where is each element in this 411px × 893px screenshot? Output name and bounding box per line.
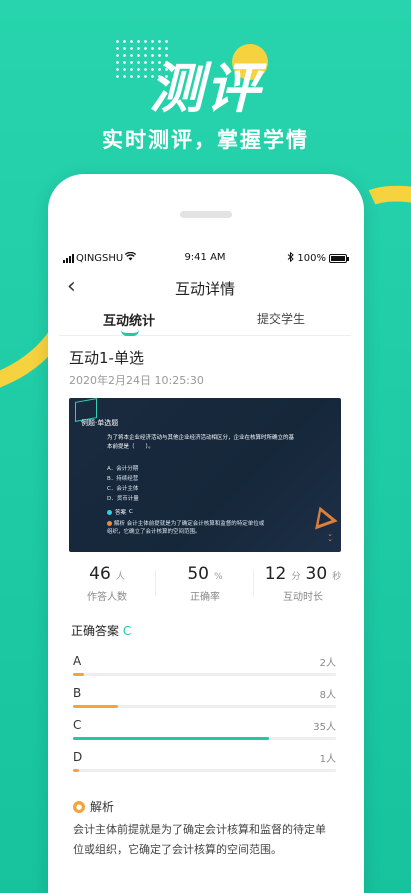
slide-option-d: D．货币计量 (107, 496, 139, 502)
option-bar-fill (73, 769, 79, 772)
option-bar-track (73, 769, 336, 772)
option-bar-fill (73, 737, 269, 740)
slide-tag: 例题·单选题 (81, 419, 119, 427)
stat-respondents: 46 人 作答人数 (87, 564, 127, 603)
explanation-dot-icon (107, 521, 112, 526)
hero-title: 测评 (149, 57, 262, 120)
battery-icon (329, 254, 349, 263)
option-row-c: C 35人 (73, 718, 336, 748)
divider (155, 570, 156, 596)
option-bar-track (73, 705, 336, 708)
option-row-b: B 8人 (73, 686, 336, 716)
page-title: 互动详情 (174, 280, 235, 298)
chevrons-decor-icon: ⌄ ⌄ (327, 530, 333, 543)
slide-answer: 答案 C (107, 508, 133, 516)
slide-question: 为了将本企业经济活动与其他企业经济活动相区分，企业在核算时所确立的基本前提是（ … (107, 435, 295, 450)
stats-row: 46 人 作答人数 50 % 正确率 12 分 30 秒 互动时长 (59, 564, 351, 604)
correct-answer: 正确答案 C (71, 624, 132, 638)
correct-answer-value: C (122, 624, 132, 638)
stat-accuracy: 50 % 正确率 (187, 564, 223, 603)
option-bar-fill (73, 673, 84, 676)
analysis-text: 会计主体前提就是为了确定会计核算和监督的待定单位或组织，它确定了会计核算的空间范… (73, 823, 326, 856)
status-bar: QINGSHU 9:41 AM 100% (59, 251, 351, 268)
slide-explanation: 解析 会计主体前提就是为了确定会计核算和监督的特定单位或组织，它确立了会计核算的… (107, 521, 265, 535)
question-timestamp: 2020年2月24日 10:25:30 (69, 374, 204, 387)
option-row-d: D 1人 (73, 750, 336, 780)
app-screen: QINGSHU 9:41 AM 100% ‹ 互动详情 互动统计 提交学生 互动… (59, 244, 351, 893)
stat-duration: 12 分 30 秒 互动时长 (264, 564, 342, 603)
question-title: 互动1-单选 (69, 349, 144, 367)
divider (253, 570, 254, 596)
slide-option-c: C．会计主体 (107, 486, 139, 492)
analysis-bulb-icon: ● (73, 800, 85, 813)
analysis-header: ● 解析 (73, 798, 114, 815)
slide-option-b: B．持续经营 (107, 476, 139, 482)
tab-statistics[interactable]: 互动统计 (103, 310, 155, 329)
tab-bar: 互动统计 提交学生 (59, 306, 351, 336)
option-bar-fill (73, 705, 118, 708)
tab-indicator (121, 330, 139, 336)
nav-bar: ‹ 互动详情 (59, 274, 351, 302)
option-bar-track (73, 737, 336, 740)
answer-dot-icon (107, 509, 112, 515)
option-bar-track (73, 673, 336, 676)
hero-subtitle: 实时测评，掌握学情 (102, 128, 309, 152)
question-slide-image[interactable]: 例题·单选题 为了将本企业经济活动与其他企业经济活动相区分，企业在核算时所确立的… (69, 398, 341, 552)
battery-percent: 100% (297, 253, 326, 264)
tab-submitted-students[interactable]: 提交学生 (257, 310, 305, 327)
slide-option-a: A．会计分期 (107, 466, 139, 472)
option-row-a: A 2人 (73, 654, 336, 684)
phone-speaker (180, 211, 232, 218)
bluetooth-icon (287, 251, 295, 265)
